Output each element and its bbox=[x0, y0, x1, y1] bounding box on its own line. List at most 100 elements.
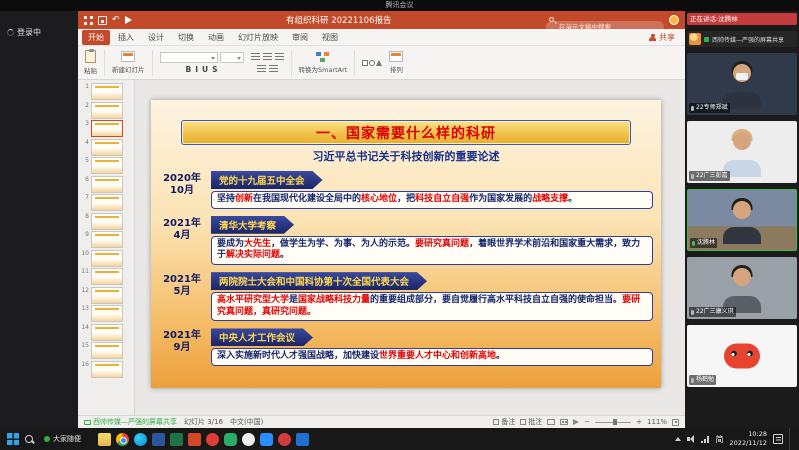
tab-审阅[interactable]: 审阅 bbox=[286, 30, 314, 45]
slide-thumbnail-14[interactable]: 14 bbox=[80, 324, 132, 341]
tab-动画[interactable]: 动画 bbox=[202, 30, 230, 45]
slide-thumbnail-6[interactable]: 6 bbox=[80, 176, 132, 193]
login-status-label: 登录中 bbox=[17, 27, 41, 38]
slide-thumbnail-10[interactable]: 10 bbox=[80, 250, 132, 267]
show-desktop-button[interactable] bbox=[789, 428, 792, 450]
slide-thumbnail-8[interactable]: 8 bbox=[80, 213, 132, 230]
slide-number-indicator: 幻灯片 3/16 bbox=[184, 417, 223, 427]
slide-thumbnail-7[interactable]: 7 bbox=[80, 194, 132, 211]
participant-video-2[interactable]: 22广三彭嘉 bbox=[687, 121, 797, 183]
zoom-slider-thumb[interactable] bbox=[613, 419, 617, 425]
meeting-quickbar[interactable]: 大家随便 bbox=[40, 434, 85, 444]
arrange-button[interactable]: 排列 bbox=[389, 51, 403, 74]
paste-button[interactable]: 粘贴 bbox=[84, 50, 97, 75]
qq-icon[interactable] bbox=[242, 433, 255, 446]
font-size-select[interactable] bbox=[220, 52, 244, 63]
new-slide-button[interactable]: 新建幻灯片 bbox=[112, 51, 145, 74]
align-right-icon[interactable] bbox=[275, 53, 284, 61]
participant-video-1[interactable]: 22专师郑斌 bbox=[687, 53, 797, 115]
edge-icon[interactable] bbox=[134, 433, 147, 446]
bullets-icon[interactable] bbox=[257, 65, 266, 73]
face-mask bbox=[736, 73, 748, 80]
tab-设计[interactable]: 设计 bbox=[142, 30, 170, 45]
notes-toggle[interactable]: 备注 bbox=[493, 417, 515, 427]
font-group: BIUS bbox=[160, 52, 244, 74]
participant-name-label: 22专师郑斌 bbox=[689, 103, 730, 113]
tray-expand-icon[interactable] bbox=[675, 437, 681, 441]
row-4-header: 中央人才工作会议 bbox=[211, 328, 313, 346]
slide-thumbnail-4[interactable]: 4 bbox=[80, 139, 132, 156]
fit-to-window-icon[interactable] bbox=[672, 419, 679, 426]
participant-video-3-speaking[interactable]: 沈腾林 bbox=[687, 189, 797, 251]
loading-spinner-icon bbox=[7, 29, 14, 36]
timeline-row-2: 2021年 4月 清华大学考察 要成为大先生，做学生为学、为事、为人的示范。要研… bbox=[157, 216, 653, 265]
mail-icon[interactable] bbox=[296, 433, 309, 446]
participant-video-5[interactable]: 杨鹤勉 bbox=[687, 325, 797, 387]
taskbar-clock[interactable]: 10:28 2022/11/12 bbox=[730, 430, 767, 448]
zoom-out-button[interactable]: − bbox=[584, 418, 590, 426]
smartart-button[interactable]: 转换为SmartArt bbox=[299, 52, 348, 74]
participant-video-4[interactable]: 22广三康义琪 bbox=[687, 257, 797, 319]
comments-toggle[interactable]: 批注 bbox=[520, 417, 542, 427]
tab-幻灯片放映[interactable]: 幻灯片放映 bbox=[232, 30, 284, 45]
tab-视图[interactable]: 视图 bbox=[316, 30, 344, 45]
zoom-slider[interactable] bbox=[595, 422, 631, 423]
network-icon[interactable] bbox=[701, 435, 710, 443]
slide-thumbnail-2[interactable]: 2 bbox=[80, 102, 132, 119]
taskbar-search-icon[interactable] bbox=[24, 434, 35, 445]
zoom-in-button[interactable]: + bbox=[636, 418, 642, 426]
slide-thumbnail-16[interactable]: 16 bbox=[80, 361, 132, 378]
meeting-app-icon[interactable] bbox=[260, 433, 273, 446]
undo-icon[interactable]: ↶ bbox=[112, 16, 120, 25]
explorer-icon[interactable] bbox=[98, 433, 111, 446]
tab-开始[interactable]: 开始 bbox=[82, 30, 110, 45]
format-u-button[interactable]: U bbox=[202, 65, 208, 74]
tab-插入[interactable]: 插入 bbox=[112, 30, 140, 45]
slide-thumbnail-11[interactable]: 11 bbox=[80, 268, 132, 285]
start-button-icon[interactable] bbox=[7, 433, 19, 445]
tab-切换[interactable]: 切换 bbox=[172, 30, 200, 45]
align-center-icon[interactable] bbox=[263, 53, 272, 61]
volume-icon[interactable] bbox=[687, 435, 695, 443]
slide-canvas[interactable]: 一、国家需要什么样的科研 习近平总书记关于科技创新的重要论述 2020年 10月… bbox=[151, 100, 661, 388]
sharer-row[interactable]: 西帅传媒—严强的屏幕共享 bbox=[687, 31, 797, 47]
quick-access-menu-icon[interactable] bbox=[84, 16, 93, 25]
normal-view-icon[interactable] bbox=[547, 419, 555, 425]
save-icon[interactable] bbox=[98, 16, 107, 25]
chrome-icon[interactable] bbox=[116, 433, 129, 446]
comments-icon bbox=[520, 419, 526, 425]
slide-thumbnail-3[interactable]: 3 bbox=[80, 120, 132, 137]
slide-thumbnail-1[interactable]: 1 bbox=[80, 83, 132, 100]
excel-icon[interactable] bbox=[170, 433, 183, 446]
wps-icon[interactable] bbox=[206, 433, 219, 446]
row-2-date: 2021年 4月 bbox=[157, 216, 207, 265]
slide-thumbnail-5[interactable]: 5 bbox=[80, 157, 132, 174]
windows-taskbar: 大家随便 简 10:28 2022/11/12 bbox=[0, 428, 799, 450]
align-left-icon[interactable] bbox=[251, 53, 260, 61]
slide-thumbnail-9[interactable]: 9 bbox=[80, 231, 132, 248]
slideshow-view-icon[interactable] bbox=[573, 419, 579, 425]
shapes-gallery[interactable] bbox=[362, 60, 382, 66]
format-i-button[interactable]: I bbox=[195, 65, 198, 74]
format-b-button[interactable]: B bbox=[185, 65, 191, 74]
powerpoint-icon[interactable] bbox=[188, 433, 201, 446]
share-button[interactable]: 共享 bbox=[643, 32, 681, 43]
word-icon[interactable] bbox=[152, 433, 165, 446]
presentation-search-input[interactable] bbox=[546, 21, 664, 33]
slide-thumbnail-15[interactable]: 15 bbox=[80, 342, 132, 359]
workspace: 12345678910111213141516 一、国家需要什么样的科研 习近平… bbox=[78, 80, 685, 415]
slide-thumbnail-13[interactable]: 13 bbox=[80, 305, 132, 322]
action-center-icon[interactable] bbox=[773, 434, 783, 444]
ime-indicator[interactable]: 简 bbox=[716, 434, 724, 445]
ribbon-separator bbox=[104, 50, 105, 76]
slide-sorter-view-icon[interactable] bbox=[560, 419, 568, 425]
format-s-button[interactable]: S bbox=[212, 65, 217, 74]
language-indicator[interactable]: 中文(中国) bbox=[230, 417, 263, 427]
slideshow-from-start-icon[interactable] bbox=[125, 16, 132, 24]
slide-thumbnail-12[interactable]: 12 bbox=[80, 287, 132, 304]
account-avatar[interactable] bbox=[669, 15, 679, 25]
music-icon[interactable] bbox=[278, 433, 291, 446]
font-name-select[interactable] bbox=[160, 52, 218, 63]
numbering-icon[interactable] bbox=[269, 65, 278, 73]
wechat-icon[interactable] bbox=[224, 433, 237, 446]
